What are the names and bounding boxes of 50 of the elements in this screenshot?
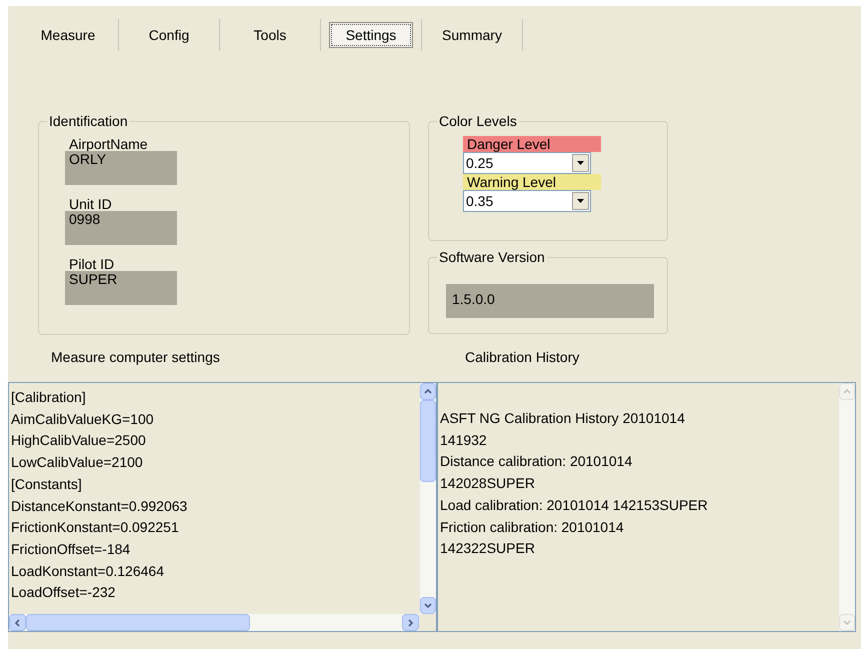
settings-line: HighCalibValue=2500 xyxy=(11,431,147,450)
history-line: ASFT NG Calibration History 20101014 xyxy=(440,409,686,428)
dropdown-caret-icon[interactable] xyxy=(572,192,589,210)
horizontal-scrollbar[interactable] xyxy=(9,614,419,631)
dropdown-caret-icon[interactable] xyxy=(572,154,589,172)
version-field: 1.5.0.0 xyxy=(446,284,654,318)
level-dropdown[interactable]: 0.35 xyxy=(463,190,591,212)
section-label: Calibration History xyxy=(464,348,580,367)
settings-text-area[interactable]: [Calibration] AimCalibValueKG=100 HighCalibValue=2500 LowCalibValue=2100 [Constants] DistanceKonstant=0.992063 FrictionKonstant=0.092251 FrictionOffset=-184 LoadKonstant=0.126464 LoadOffset=-232 xyxy=(8,382,437,632)
vertical-scrollbar[interactable] xyxy=(419,383,436,614)
settings-line: LoadKonstant=0.126464 xyxy=(11,562,165,581)
history-line: 141932 xyxy=(440,430,488,450)
group-title: Software Version xyxy=(437,249,547,265)
scroll-left-icon[interactable] xyxy=(9,614,26,631)
history-line: Friction calibration: 20101014 xyxy=(440,518,625,537)
history-line: 142322SUPER xyxy=(440,539,536,558)
settings-line: LowCalibValue=2100 xyxy=(11,453,144,472)
tab[interactable]: Config xyxy=(127,22,211,48)
scroll-right-icon[interactable] xyxy=(402,614,419,631)
field-label: AirportName xyxy=(68,138,149,151)
settings-line: FrictionOffset=-184 xyxy=(11,540,132,559)
input-field[interactable]: 0998 xyxy=(65,211,177,245)
level-dropdown[interactable]: 0.25 xyxy=(463,152,591,174)
history-text-area[interactable]: ASFT NG Calibration History 20101014 141932 Distance calibration: 20101014 142028SUPER Load calibration: 20101014 142153SUPER Friction calibration: 20101014 142322SUPER xyxy=(437,382,856,632)
level-label: Danger Level xyxy=(463,136,601,152)
scroll-up-icon[interactable] xyxy=(420,383,436,400)
scroll-down-icon[interactable] xyxy=(420,597,436,614)
history-line: 142028SUPER xyxy=(440,474,536,494)
tab[interactable]: Measure xyxy=(26,22,110,48)
tab[interactable]: Summary xyxy=(430,22,514,48)
group-title: Identification xyxy=(47,113,130,129)
settings-line: DistanceKonstant=0.992063 xyxy=(11,496,188,516)
history-line: Distance calibration: 20101014 xyxy=(440,452,634,472)
settings-line: [Constants] xyxy=(11,474,83,494)
settings-line: LoadOffset=-232 xyxy=(11,583,116,602)
settings-line: FrictionKonstant=0.092251 xyxy=(11,518,180,538)
group-title: Color Levels xyxy=(437,113,519,129)
history-line: Load calibration: 20101014 142153SUPER xyxy=(440,496,709,515)
tab[interactable]: Settings xyxy=(329,22,413,48)
settings-line: [Calibration] xyxy=(11,388,87,407)
scroll-thumb[interactable] xyxy=(420,400,436,482)
field-label: Unit ID xyxy=(68,198,113,211)
input-field[interactable]: ORLY xyxy=(65,151,177,185)
input-field[interactable]: SUPER xyxy=(65,271,177,305)
settings-line: AimCalibValueKG=100 xyxy=(11,410,155,429)
level-label: Warning Level xyxy=(463,174,601,190)
tab[interactable]: Tools xyxy=(228,22,312,48)
section-label: Measure computer settings xyxy=(50,348,221,367)
scroll-thumb[interactable] xyxy=(26,614,250,631)
field-label: Pilot ID xyxy=(68,258,116,271)
